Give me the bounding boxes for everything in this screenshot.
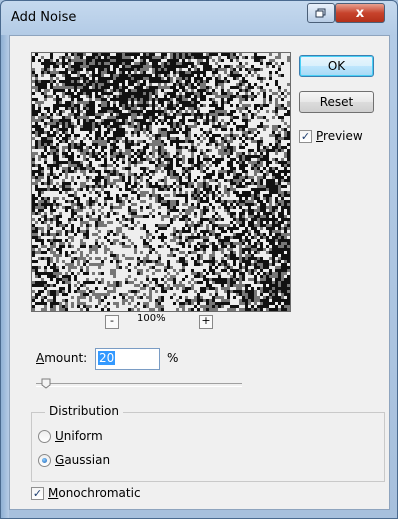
monochromatic-checkbox[interactable]: ✓ [31, 487, 44, 500]
amount-slider-thumb[interactable] [41, 378, 51, 389]
ok-button[interactable]: OK [299, 55, 374, 77]
preview-checkbox[interactable]: ✓ [299, 130, 312, 143]
add-noise-dialog: Add Noise x - 100% + OK Reset ✓ Preview … [0, 0, 398, 519]
amount-slider-track[interactable] [36, 383, 242, 387]
window-title: Add Noise [11, 10, 77, 25]
uniform-label[interactable]: Uniform [55, 429, 103, 443]
monochromatic-label[interactable]: Monochromatic [48, 486, 141, 500]
distribution-group [31, 412, 385, 482]
close-icon: x [355, 5, 365, 21]
amount-input[interactable]: 20 [95, 348, 160, 370]
amount-label: Amount: [36, 351, 88, 365]
noise-preview-image [32, 53, 290, 311]
dialog-body: - 100% + OK Reset ✓ Preview Amount: 20 %… [9, 35, 390, 510]
amount-value: 20 [98, 351, 116, 365]
zoom-out-icon: - [110, 314, 114, 327]
restore-button[interactable] [307, 3, 335, 23]
window-frame [1, 35, 9, 518]
reset-button[interactable]: Reset [299, 91, 374, 113]
distribution-legend: Distribution [45, 404, 124, 418]
gaussian-label[interactable]: Gaussian [55, 453, 110, 467]
title-bar[interactable]: Add Noise x [1, 1, 397, 35]
zoom-in-button[interactable]: + [199, 315, 213, 329]
zoom-out-button[interactable]: - [105, 315, 119, 329]
amount-unit: % [167, 351, 179, 365]
uniform-radio[interactable] [38, 430, 51, 443]
radio-selected-dot [42, 458, 47, 463]
zoom-level: 100% [137, 313, 166, 324]
close-button[interactable]: x [335, 3, 385, 23]
restore-icon [315, 8, 326, 18]
zoom-in-icon: + [201, 314, 211, 327]
noise-preview[interactable] [31, 52, 291, 312]
preview-label[interactable]: Preview [316, 129, 363, 143]
checkmark-icon: ✓ [32, 487, 43, 500]
checkmark-icon: ✓ [300, 130, 311, 143]
gaussian-radio[interactable] [38, 454, 51, 467]
